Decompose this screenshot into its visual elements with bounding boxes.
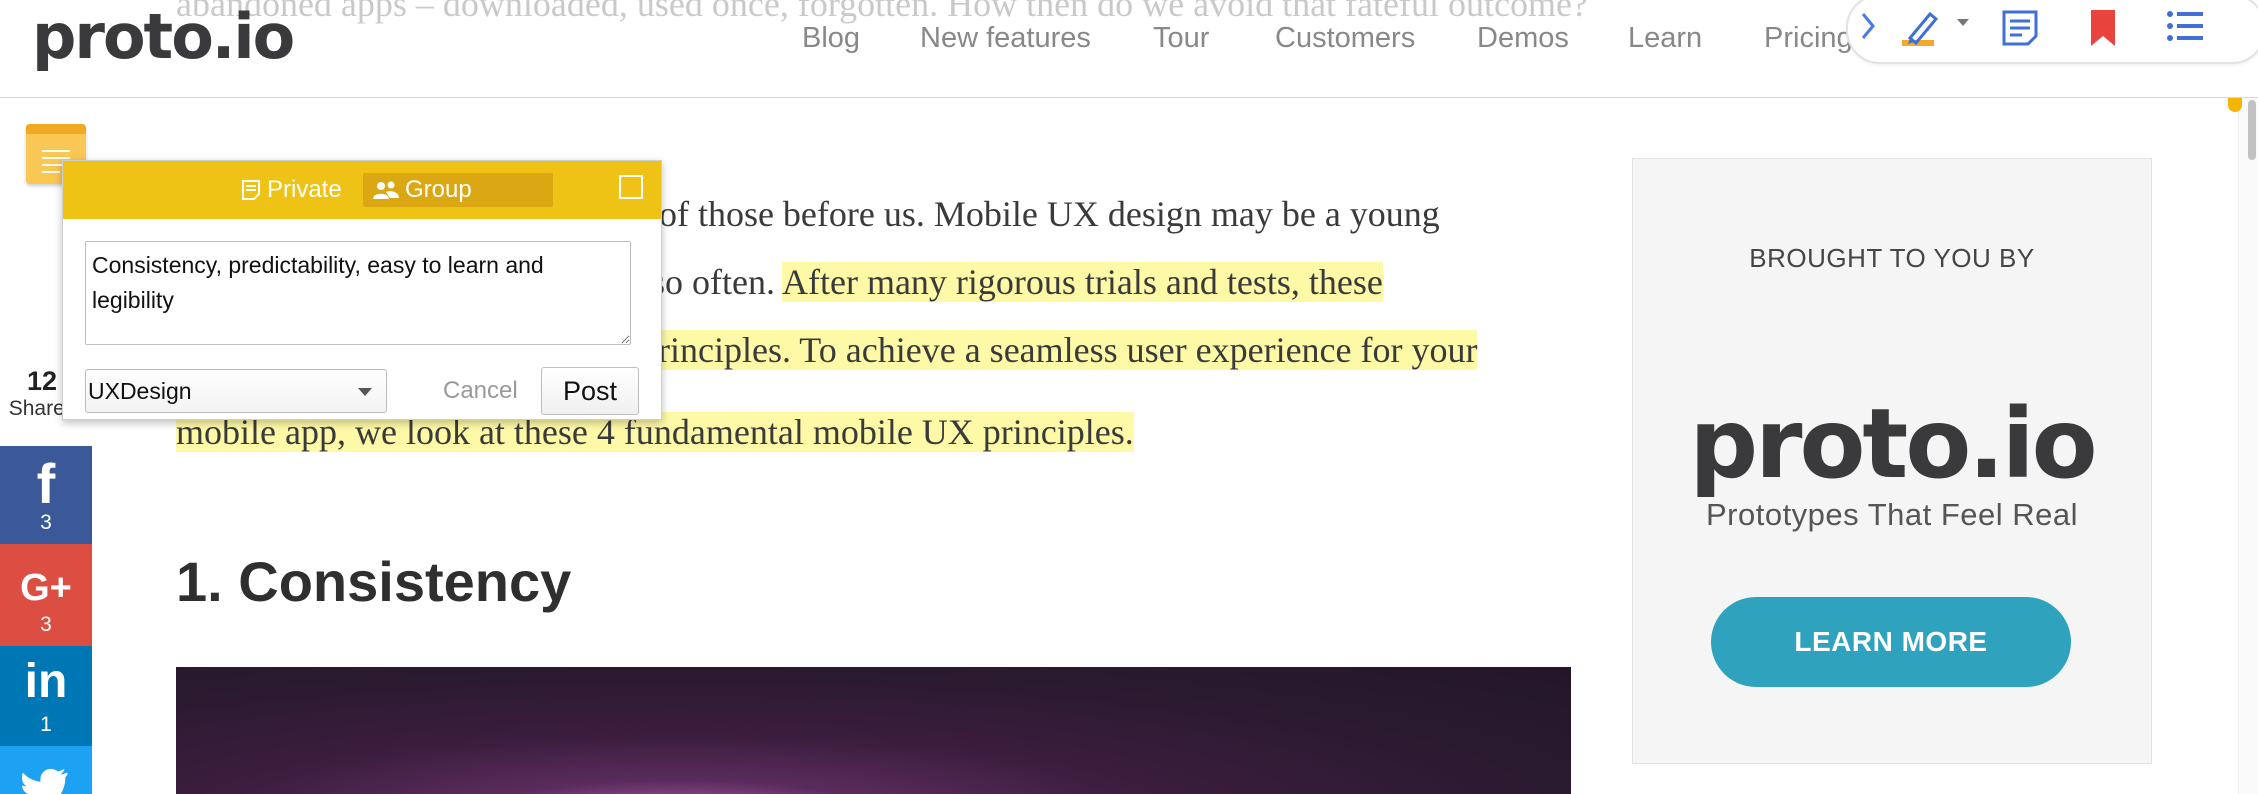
annotation-popup: Private Group Consistency, predictabilit…: [62, 160, 662, 420]
bookmark-icon[interactable]: [2088, 8, 2118, 48]
highlighter-pen-icon[interactable]: [1900, 6, 1946, 50]
note-icon: [242, 180, 260, 200]
page-scrollbar[interactable]: [2238, 98, 2258, 794]
facebook-share-count: 3: [40, 511, 52, 534]
highlighted-text[interactable]: After many rigorous trials and tests, th…: [781, 262, 1383, 302]
nav-pricing[interactable]: Pricing: [1764, 18, 1853, 58]
sticky-note-icon[interactable]: [2000, 8, 2040, 48]
linkedin-share-button[interactable]: in 1: [0, 646, 92, 746]
section-heading: 1. Consistency: [176, 550, 572, 613]
annotation-popup-header: Private Group: [63, 161, 661, 219]
chevron-right-icon[interactable]: [1858, 10, 1878, 42]
article-hero-image: [176, 667, 1571, 794]
chevron-down-icon: [358, 388, 372, 396]
site-logo[interactable]: proto.io: [32, 2, 295, 72]
google-plus-icon: G+: [20, 567, 72, 609]
google-plus-share-button[interactable]: G+ 3: [0, 544, 92, 646]
learn-more-button[interactable]: LEARN MORE: [1711, 597, 2071, 687]
group-select[interactable]: UXDesign: [85, 369, 387, 413]
nav-tour[interactable]: Tour: [1153, 18, 1209, 58]
annotation-extension-toolbar: [1846, 0, 2258, 64]
linkedin-share-count: 1: [40, 713, 52, 736]
facebook-share-button[interactable]: f 3: [0, 446, 92, 544]
nav-customers[interactable]: Customers: [1275, 18, 1415, 58]
sponsor-heading: BROUGHT TO YOU BY: [1749, 243, 2035, 273]
group-select-value: UXDesign: [88, 377, 192, 404]
twitter-share-button[interactable]: [0, 746, 92, 794]
list-icon[interactable]: [2166, 8, 2204, 44]
nav-learn[interactable]: Learn: [1628, 18, 1702, 58]
facebook-icon: f: [36, 452, 56, 515]
linkedin-icon: in: [24, 655, 68, 708]
post-button[interactable]: Post: [541, 367, 639, 415]
tab-private-label: Private: [267, 176, 342, 203]
note-text-input[interactable]: Consistency, predictability, easy to lea…: [85, 241, 631, 345]
tab-group-label: Group: [405, 176, 472, 203]
scrollbar-thumb[interactable]: [2248, 100, 2256, 160]
nav-new-features[interactable]: New features: [920, 18, 1091, 58]
nav-blog[interactable]: Blog: [802, 18, 860, 58]
group-icon: [373, 181, 399, 199]
nav-demos[interactable]: Demos: [1477, 18, 1569, 58]
sponsor-box: BROUGHT TO YOU BY proto.io Prototypes Th…: [1632, 158, 2152, 764]
highlighted-text[interactable]: rinciples. To achieve a seamless user ex…: [658, 330, 1478, 370]
maximize-icon[interactable]: [619, 175, 643, 199]
sponsor-tagline: Prototypes That Feel Real: [1705, 497, 2079, 532]
cancel-button[interactable]: Cancel: [443, 369, 518, 413]
caret-down-icon[interactable]: [1956, 18, 1970, 28]
sponsor-logo[interactable]: proto.io: [1633, 389, 2151, 499]
twitter-icon: [22, 768, 68, 794]
google-plus-share-count: 3: [40, 613, 52, 636]
tab-private[interactable]: Private: [241, 173, 342, 207]
tab-group[interactable]: Group: [363, 173, 553, 207]
